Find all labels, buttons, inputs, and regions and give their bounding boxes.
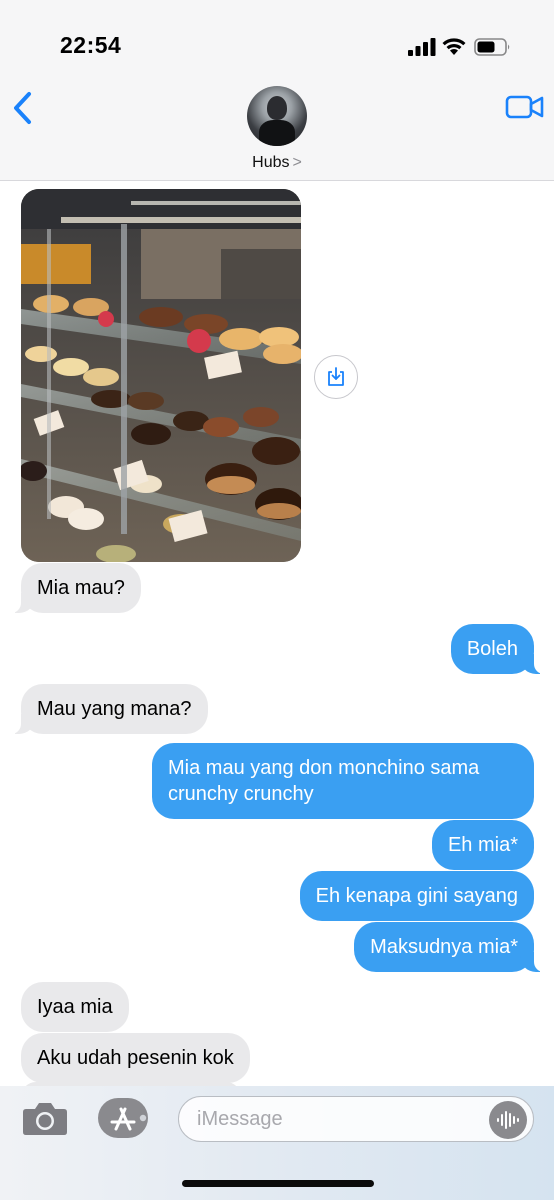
message-text: Iyaa mia [37, 996, 113, 1018]
chevron-left-icon[interactable] [8, 90, 38, 126]
save-photo-button[interactable] [314, 355, 358, 399]
photo-message[interactable] [21, 189, 301, 562]
outgoing-message[interactable]: Eh kenapa gini sayang [299, 871, 534, 921]
cellular-signal-icon [408, 38, 436, 56]
download-icon [328, 367, 344, 386]
donut-display-photo [21, 189, 301, 562]
incoming-message[interactable]: Mia mau? [7, 563, 141, 613]
contact-name: Hubs [252, 154, 290, 171]
wifi-icon [442, 38, 466, 55]
home-indicator [182, 1180, 374, 1187]
video-camera-icon[interactable] [505, 94, 545, 120]
message-text: Boleh [466, 638, 518, 660]
imessage-input[interactable] [178, 1096, 534, 1142]
camera-icon[interactable] [22, 1100, 68, 1136]
message-text: Mia mau? [37, 577, 125, 599]
battery-icon [474, 38, 510, 56]
incoming-message[interactable]: Iyaa mia [21, 982, 129, 1032]
outgoing-message[interactable]: Eh mia* [431, 820, 534, 870]
avatar-head-shape [267, 96, 287, 120]
audio-waveform-icon [497, 1111, 519, 1129]
message-text: Mau yang mana? [37, 698, 192, 720]
message-text: Mia mau yang don monchino sama crunchy c… [168, 757, 480, 805]
outgoing-message[interactable]: Boleh [450, 624, 549, 674]
message-text: Aku udah pesenin kok [37, 1047, 234, 1069]
conversation-header: Hubs > [0, 80, 554, 181]
app-store-icon[interactable] [98, 1098, 148, 1138]
contact-chevron-icon: > [292, 154, 302, 171]
message-text: Maksudnya mia* [370, 936, 518, 958]
outgoing-message[interactable]: Mia mau yang don monchino sama crunchy c… [152, 743, 534, 819]
audio-message-button[interactable] [489, 1101, 527, 1139]
message-text: Eh mia* [447, 834, 518, 856]
status-bar: 22:54 [0, 0, 554, 80]
status-time: 22:54 [60, 32, 122, 58]
incoming-message[interactable]: Mau yang mana? [7, 684, 208, 734]
outgoing-message[interactable]: Maksudnya mia* [354, 922, 548, 972]
incoming-message[interactable]: Aku udah pesenin kok [21, 1033, 250, 1083]
contact-avatar[interactable] [247, 86, 307, 146]
avatar-body-shape [259, 120, 295, 146]
message-text: Eh kenapa gini sayang [315, 885, 518, 907]
contact-name-row[interactable]: Hubs > [0, 154, 554, 172]
